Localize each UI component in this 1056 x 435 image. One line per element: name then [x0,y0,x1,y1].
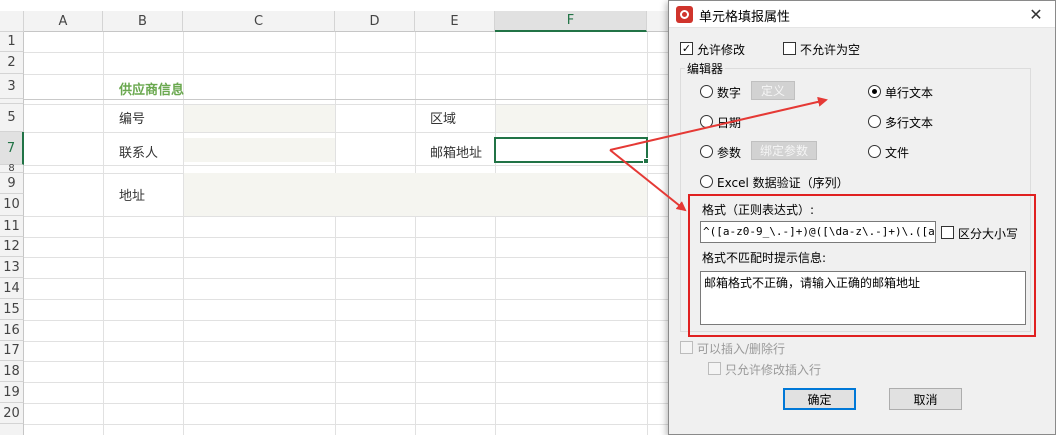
row-header[interactable]: 10 [0,194,24,216]
format-label: 格式（正则表达式）: [702,203,815,217]
row-header[interactable]: 2 [0,52,24,74]
editor-single-text-radio[interactable] [868,85,881,98]
row-header[interactable]: 19 [0,382,24,403]
editor-date-label: 日期 [717,116,742,130]
insert-delete-rows-checkbox[interactable] [680,341,693,354]
editor-number-label: 数字 [717,86,742,100]
column-header-d[interactable]: D [335,11,415,32]
not-empty-label: 不允许为空 [800,43,861,57]
label-number: 编号 [119,111,146,127]
editor-number-radio[interactable] [700,85,713,98]
case-sensitive-label: 区分大小写 [958,227,1019,241]
sheet-title: 供应商信息 [119,83,185,98]
row-header[interactable]: 13 [0,257,24,278]
editor-excel-validation-radio[interactable] [700,175,713,188]
case-sensitive-checkbox[interactable] [941,226,954,239]
row-header[interactable]: 17 [0,341,24,361]
row-header[interactable]: 12 [0,237,24,257]
column-header-a[interactable]: A [24,11,103,32]
column-header-f[interactable]: F [495,11,647,32]
gridline [415,32,416,435]
column-header-c[interactable]: C [183,11,335,32]
editor-excel-validation-label: Excel 数据验证（序列） [717,176,849,190]
active-cell-email[interactable] [494,137,648,163]
allow-modify-checkbox[interactable]: ✓ [680,42,693,55]
column-header-overflow [647,11,668,32]
row-header-selected[interactable]: 7 [0,132,24,165]
row-header[interactable]: 5 [0,104,24,132]
editor-param-radio[interactable] [700,145,713,158]
fill-handle[interactable] [643,158,649,164]
only-modify-insert-checkbox[interactable] [708,362,721,375]
select-all-corner[interactable] [0,11,24,32]
allow-modify-label: 允许修改 [697,43,746,57]
insert-delete-rows-label: 可以插入/删除行 [697,342,786,356]
row-header[interactable]: 18 [0,361,24,382]
not-empty-checkbox[interactable] [783,42,796,55]
editor-param-label: 参数 [717,146,742,160]
column-header-e[interactable]: E [415,11,495,32]
label-region: 区域 [430,111,457,127]
editor-date-radio[interactable] [700,115,713,128]
cell-fill-properties-dialog: 单元格填报属性 ✕ ✓ 允许修改 不允许为空 编辑器 数字 定义 单行文本 日期… [668,0,1056,435]
label-contact: 联系人 [119,145,159,161]
mismatch-label: 格式不匹配时提示信息: [702,251,827,265]
row-header[interactable]: 16 [0,320,24,341]
row-header[interactable]: 14 [0,278,24,299]
label-address: 地址 [119,188,146,204]
editor-file-radio[interactable] [868,145,881,158]
gridline [103,32,104,435]
cell-number-input[interactable] [184,105,335,132]
editor-file-label: 文件 [885,146,910,160]
row-header[interactable]: 9 [0,173,24,194]
editor-multi-text-label: 多行文本 [885,116,934,130]
ok-button[interactable]: 确定 [783,388,856,410]
bind-param-button[interactable]: 绑定参数 [751,141,817,160]
row-header[interactable]: 1 [0,32,24,52]
dialog-title: 单元格填报属性 [699,10,791,25]
only-modify-insert-label: 只允许修改插入行 [725,363,822,377]
row-header[interactable]: 3 [0,74,24,99]
row-header[interactable]: 11 [0,216,24,237]
define-button[interactable]: 定义 [751,81,795,100]
editor-single-text-label: 单行文本 [885,86,934,100]
row-header[interactable]: 8 [0,163,24,174]
row-header[interactable]: 15 [0,299,24,320]
editor-group-title: 编辑器 [685,60,726,77]
gridline [335,32,336,435]
cell-contact-input[interactable] [184,138,335,162]
cancel-button[interactable]: 取消 [889,388,962,410]
row-header[interactable]: 20 [0,403,24,424]
gridline [495,32,496,435]
label-email: 邮箱地址 [430,145,483,161]
dialog-titlebar[interactable]: 单元格填报属性 ✕ [669,1,1055,28]
regex-input[interactable]: ^([a-z0-9_\.-]+)@([\da-z\.-]+)\.([a-z\.]… [700,221,936,243]
app-logo-icon [676,6,693,23]
close-icon[interactable]: ✕ [1019,2,1053,26]
mismatch-message-textarea[interactable]: 邮箱格式不正确，请输入正确的邮箱地址 [700,271,1026,325]
cell-address-input[interactable] [184,173,647,216]
column-header-b[interactable]: B [103,11,183,32]
editor-multi-text-radio[interactable] [868,115,881,128]
row-header-overflow [0,424,24,435]
gridline [647,32,648,435]
cell-region-input[interactable] [496,105,647,132]
